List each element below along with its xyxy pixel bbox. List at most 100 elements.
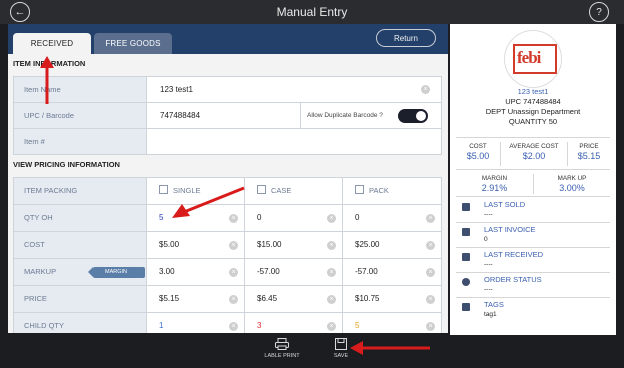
info-last-received-value: ---- [484, 261, 493, 268]
case-icon [257, 185, 266, 194]
info-order-status[interactable]: ORDER STATUS ---- [456, 273, 610, 298]
item-image: febi [504, 30, 562, 88]
cost-stats: COST $5.00 AVERAGE COST $2.00 PRICE $5.1… [456, 137, 610, 169]
tab-free-goods[interactable]: FREE GOODS [94, 33, 172, 54]
stat-price-value: $5.15 [577, 151, 601, 161]
cost-case-cell[interactable]: $15.00 × [245, 232, 343, 258]
clear-icon[interactable]: × [327, 268, 336, 277]
allow-duplicate-toggle[interactable] [398, 109, 428, 123]
clear-icon[interactable]: × [421, 85, 430, 94]
price-case-value: $6.45 [257, 294, 278, 303]
qty-oh-case-value: 0 [257, 213, 262, 222]
child-qty-pack-cell[interactable]: 5 × [343, 313, 441, 333]
clear-icon[interactable]: × [426, 214, 435, 223]
markup-pack-cell[interactable]: -57.00 × [343, 259, 441, 285]
clear-icon[interactable]: × [229, 322, 238, 331]
toggle-knob [416, 111, 426, 121]
tag-icon [462, 303, 470, 311]
clear-icon[interactable]: × [426, 295, 435, 304]
item-name-input[interactable]: 123 test1 [160, 77, 193, 102]
cost-single-value: $5.00 [159, 240, 180, 249]
pricing-row-label: CHILD QTY [14, 313, 147, 333]
pricing-row-cost: COST $5.00 × $15.00 × $25.00 × [14, 232, 441, 259]
info-last-received[interactable]: LAST RECEIVED ---- [456, 248, 610, 273]
qty-oh-pack-cell[interactable]: 0 × [343, 205, 441, 231]
save-icon [335, 338, 347, 350]
price-pack-cell[interactable]: $10.75 × [343, 286, 441, 312]
info-order-status-value: ---- [484, 286, 493, 293]
markup-case-value: -57.00 [257, 267, 280, 276]
stat-markup: MARK UP 3.00% [534, 170, 610, 193]
pricing-row-price: PRICE $5.15 × $6.45 × $10.75 × [14, 286, 441, 313]
cost-pack-cell[interactable]: $25.00 × [343, 232, 441, 258]
item-summary-panel: febi 123 test1 UPC 747488484 DEPT Unassi… [450, 24, 616, 335]
markup-single-cell[interactable]: 3.00 × [147, 259, 245, 285]
cost-pack-value: $25.00 [355, 240, 380, 249]
clear-icon[interactable]: × [426, 322, 435, 331]
stat-margin-value: 2.91% [481, 183, 508, 193]
info-last-sold[interactable]: LAST SOLD ---- [456, 198, 610, 223]
stat-margin-label: MARGIN [481, 175, 508, 182]
single-icon [159, 185, 168, 194]
page-title: Manual Entry [276, 5, 348, 19]
column-case: CASE [245, 178, 343, 204]
item-number-label: Item # [14, 129, 147, 154]
stat-cost-label: COST [469, 143, 487, 150]
margin-toggle-tag[interactable]: MARGIN [88, 267, 145, 278]
brand-logo: febi [513, 44, 557, 74]
clear-icon[interactable]: × [229, 295, 238, 304]
upc-row: UPC / Barcode 747488484 Allow Duplicate … [14, 103, 441, 129]
clear-icon[interactable]: × [426, 268, 435, 277]
column-pack-label: PACK [369, 186, 389, 195]
pricing-row-child-qty: CHILD QTY 1 × 3 × 5 × [14, 313, 441, 333]
info-tags[interactable]: TAGS tag1 [456, 298, 610, 323]
clear-icon[interactable]: × [327, 214, 336, 223]
stat-price-label: PRICE [579, 143, 599, 150]
item-number-row: Item # [14, 129, 441, 155]
info-last-invoice[interactable]: LAST INVOICE 0 [456, 223, 610, 248]
clear-icon[interactable]: × [327, 322, 336, 331]
stat-markup-label: MARK UP [557, 175, 587, 182]
pricing-row-label: QTY OH [14, 205, 147, 231]
stat-cost-value: $5.00 [466, 151, 490, 161]
markup-case-cell[interactable]: -57.00 × [245, 259, 343, 285]
return-button[interactable]: Return [376, 29, 436, 47]
child-qty-single-cell[interactable]: 1 × [147, 313, 245, 333]
upc-input[interactable]: 747488484 [160, 103, 200, 128]
column-case-label: CASE [271, 186, 292, 195]
price-case-cell[interactable]: $6.45 × [245, 286, 343, 312]
summary-dept: DEPT Unassign Department [485, 107, 581, 116]
stat-cost: COST $5.00 [456, 138, 500, 161]
markup-pack-value: -57.00 [355, 267, 378, 276]
pricing-row-markup: MARKUP MARGIN 3.00 × -57.00 × -57.00 × [14, 259, 441, 286]
clear-icon[interactable]: × [229, 268, 238, 277]
cost-single-cell[interactable]: $5.00 × [147, 232, 245, 258]
clear-icon[interactable]: × [426, 241, 435, 250]
qty-oh-case-cell[interactable]: 0 × [245, 205, 343, 231]
pricing-row-label: COST [14, 232, 147, 258]
summary-quantity: QUANTITY 50 [508, 117, 558, 126]
item-name-row: Item Name 123 test1 × [14, 77, 441, 103]
child-qty-case-value: 3 [257, 321, 262, 330]
markup-single-value: 3.00 [159, 267, 175, 276]
label-print-button[interactable]: LABLE PRINT [257, 338, 307, 359]
cost-case-value: $15.00 [257, 240, 282, 249]
clear-icon[interactable]: × [327, 295, 336, 304]
stat-average-cost-value: $2.00 [522, 151, 546, 161]
child-qty-single-value: 1 [159, 321, 164, 330]
stat-average-cost-label: AVERAGE COST [509, 143, 559, 150]
pack-icon [355, 185, 364, 194]
shopping-bag-icon [462, 203, 470, 211]
price-single-cell[interactable]: $5.15 × [147, 286, 245, 312]
clear-icon[interactable]: × [327, 241, 336, 250]
stat-price: PRICE $5.15 [568, 138, 610, 161]
layers-icon [462, 228, 470, 236]
child-qty-case-cell[interactable]: 3 × [245, 313, 343, 333]
info-last-invoice-value: 0 [484, 236, 488, 243]
help-button[interactable]: ? [589, 2, 609, 22]
qty-oh-single-value: 5 [159, 213, 164, 222]
info-tags-value: tag1 [484, 311, 497, 318]
clear-icon[interactable]: × [229, 241, 238, 250]
pricing-row-label: PRICE [14, 286, 147, 312]
tab-received[interactable]: RECEIVED [13, 33, 91, 54]
